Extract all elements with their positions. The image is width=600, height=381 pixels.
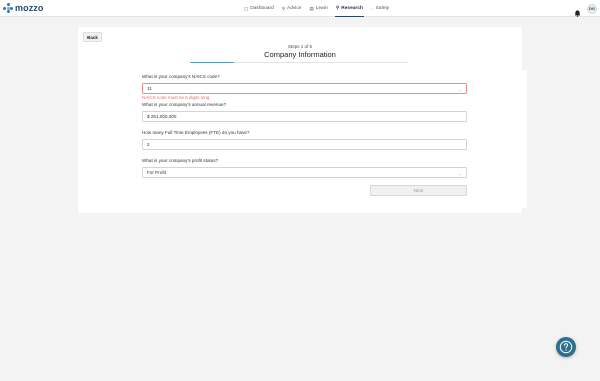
bell-icon[interactable] bbox=[574, 4, 581, 17]
next-button[interactable]: Next bbox=[370, 185, 467, 196]
logo-mark-icon bbox=[3, 3, 13, 13]
profit-status-value: For Profit bbox=[147, 170, 166, 175]
advice-icon: ⚲ bbox=[281, 5, 286, 11]
steps-indicator: Steps 1 of 5 bbox=[287, 44, 313, 49]
progress-bar bbox=[190, 62, 408, 64]
profit-status-select[interactable]: For Profit ⌄ bbox=[142, 167, 467, 178]
progress-bar-fill bbox=[190, 62, 234, 64]
mozzo-logo[interactable]: mozzo bbox=[3, 3, 44, 13]
learn-icon: ▤ bbox=[309, 5, 314, 11]
nav-item-advice[interactable]: ⚲ Advice bbox=[281, 0, 303, 17]
naics-label: What is your company's NAICS code? bbox=[142, 74, 220, 79]
safety-icon: ◌ bbox=[370, 6, 374, 11]
revenue-label: What is your company's annual revenue? bbox=[142, 102, 227, 107]
chevron-down-icon: ⌄ bbox=[458, 87, 462, 92]
help-button[interactable] bbox=[556, 337, 576, 357]
nav-item-learn[interactable]: ▤ Learn bbox=[308, 0, 329, 17]
nav-label: Advice bbox=[287, 6, 302, 11]
chevron-down-icon: ⌄ bbox=[458, 171, 462, 176]
help-icon bbox=[559, 340, 573, 354]
naics-error-message: NAICS code must be 6 digits long bbox=[142, 95, 210, 100]
top-nav-bar: mozzo ▢ Dashboard ⚲ Advice ▤ Learn ⚲ Res… bbox=[0, 0, 600, 17]
brand-name: mozzo bbox=[15, 3, 44, 13]
fte-value: 2 bbox=[147, 142, 150, 147]
research-icon: ⚲ bbox=[335, 5, 340, 10]
nav-label: Safety bbox=[375, 6, 390, 11]
fte-label: How many Full Time Employees (FTE) do yo… bbox=[142, 130, 250, 135]
page-title: Company Information bbox=[264, 50, 336, 59]
back-button[interactable]: Back bbox=[83, 32, 102, 42]
naics-select[interactable]: 11 ⌄ bbox=[142, 83, 467, 94]
dashboard-icon: ▢ bbox=[244, 5, 249, 11]
nav-item-dashboard[interactable]: ▢ Dashboard bbox=[243, 0, 275, 17]
revenue-value: $ 251,000,000 bbox=[147, 114, 177, 119]
user-avatar[interactable]: DG bbox=[587, 4, 597, 14]
revenue-input[interactable]: $ 251,000,000 bbox=[142, 111, 467, 122]
nav-item-safety[interactable]: ◌ Safety bbox=[370, 0, 390, 17]
nav-label: Learn bbox=[315, 6, 328, 11]
nav-label: Dashboard bbox=[250, 6, 274, 11]
profit-status-label: What is your company's profit status? bbox=[142, 158, 219, 163]
naics-value: 11 bbox=[147, 86, 152, 91]
fte-input[interactable]: 2 bbox=[142, 139, 467, 150]
nav-label: Research bbox=[341, 5, 363, 11]
main-nav: ▢ Dashboard ⚲ Advice ▤ Learn ⚲ Research … bbox=[243, 0, 390, 17]
nav-item-research[interactable]: ⚲ Research bbox=[334, 0, 364, 17]
